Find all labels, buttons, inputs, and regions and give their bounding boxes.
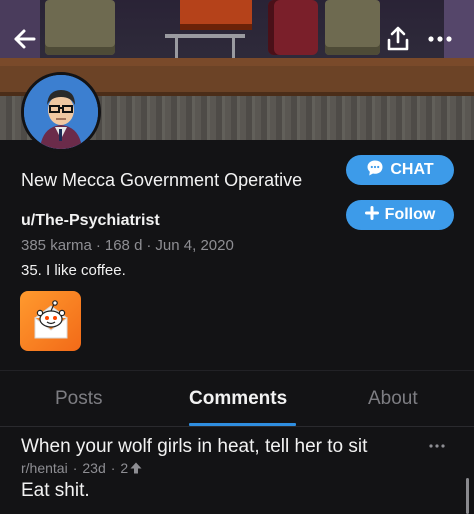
tab-comments[interactable]: Comments [189,388,287,410]
comment-body: Eat shit. [21,480,90,501]
profile-karma: 385 karma [21,237,92,254]
banner-table-leg [175,38,178,60]
profile-bio: 35. I like coffee. [21,262,126,279]
comment-post-title[interactable]: When your wolf girls in heat, tell her t… [21,436,367,458]
profile-tabs: Posts Comments About [0,371,474,425]
scrollbar[interactable] [466,478,469,514]
banner-figure [268,0,318,55]
upvote-arrow-icon [130,462,142,474]
back-arrow-icon[interactable] [10,24,40,54]
tab-posts[interactable]: Posts [55,388,103,410]
comment-score: 2 [120,460,129,476]
snoo-envelope-icon [34,300,67,339]
comment-subreddit[interactable]: r/hentai [21,460,68,476]
comment-meta: r/hentai · 23d · 2 [21,460,142,476]
chat-bubble-icon [366,159,384,182]
profile-username: u/The-Psychiatrist [21,212,160,229]
separator-dot: · [110,460,116,476]
follow-button-label: Follow [384,206,436,223]
trophy-badge[interactable] [20,291,81,351]
share-upload-icon[interactable] [384,24,412,54]
profile-meta: 385 karma · 168 d · Jun 4, 2020 [21,237,234,254]
chat-button[interactable]: CHAT [346,155,454,185]
separator-dot: · [72,460,78,476]
separator-dot: · [95,237,101,254]
plus-icon [364,205,379,225]
comment-age: 23d [82,460,106,476]
profile-age: 168 d [104,237,143,254]
avatar[interactable] [21,72,101,152]
banner-fireplace [180,0,252,30]
profile-join-date: Jun 4, 2020 [155,237,234,254]
banner-armchair-left [45,0,115,55]
banner-table-leg [232,38,235,60]
separator-dot: · [146,237,152,254]
comment-more-icon[interactable] [428,436,450,450]
banner-armchair-right [325,0,380,55]
chat-button-label: CHAT [390,161,434,178]
profile-display-name: New Mecca Government Operative [21,170,303,190]
follow-button[interactable]: Follow [346,200,454,230]
tab-about[interactable]: About [368,388,418,410]
banner-carpet-edge [0,58,474,66]
tabs-divider [0,426,474,427]
more-horizontal-icon[interactable] [424,24,456,54]
